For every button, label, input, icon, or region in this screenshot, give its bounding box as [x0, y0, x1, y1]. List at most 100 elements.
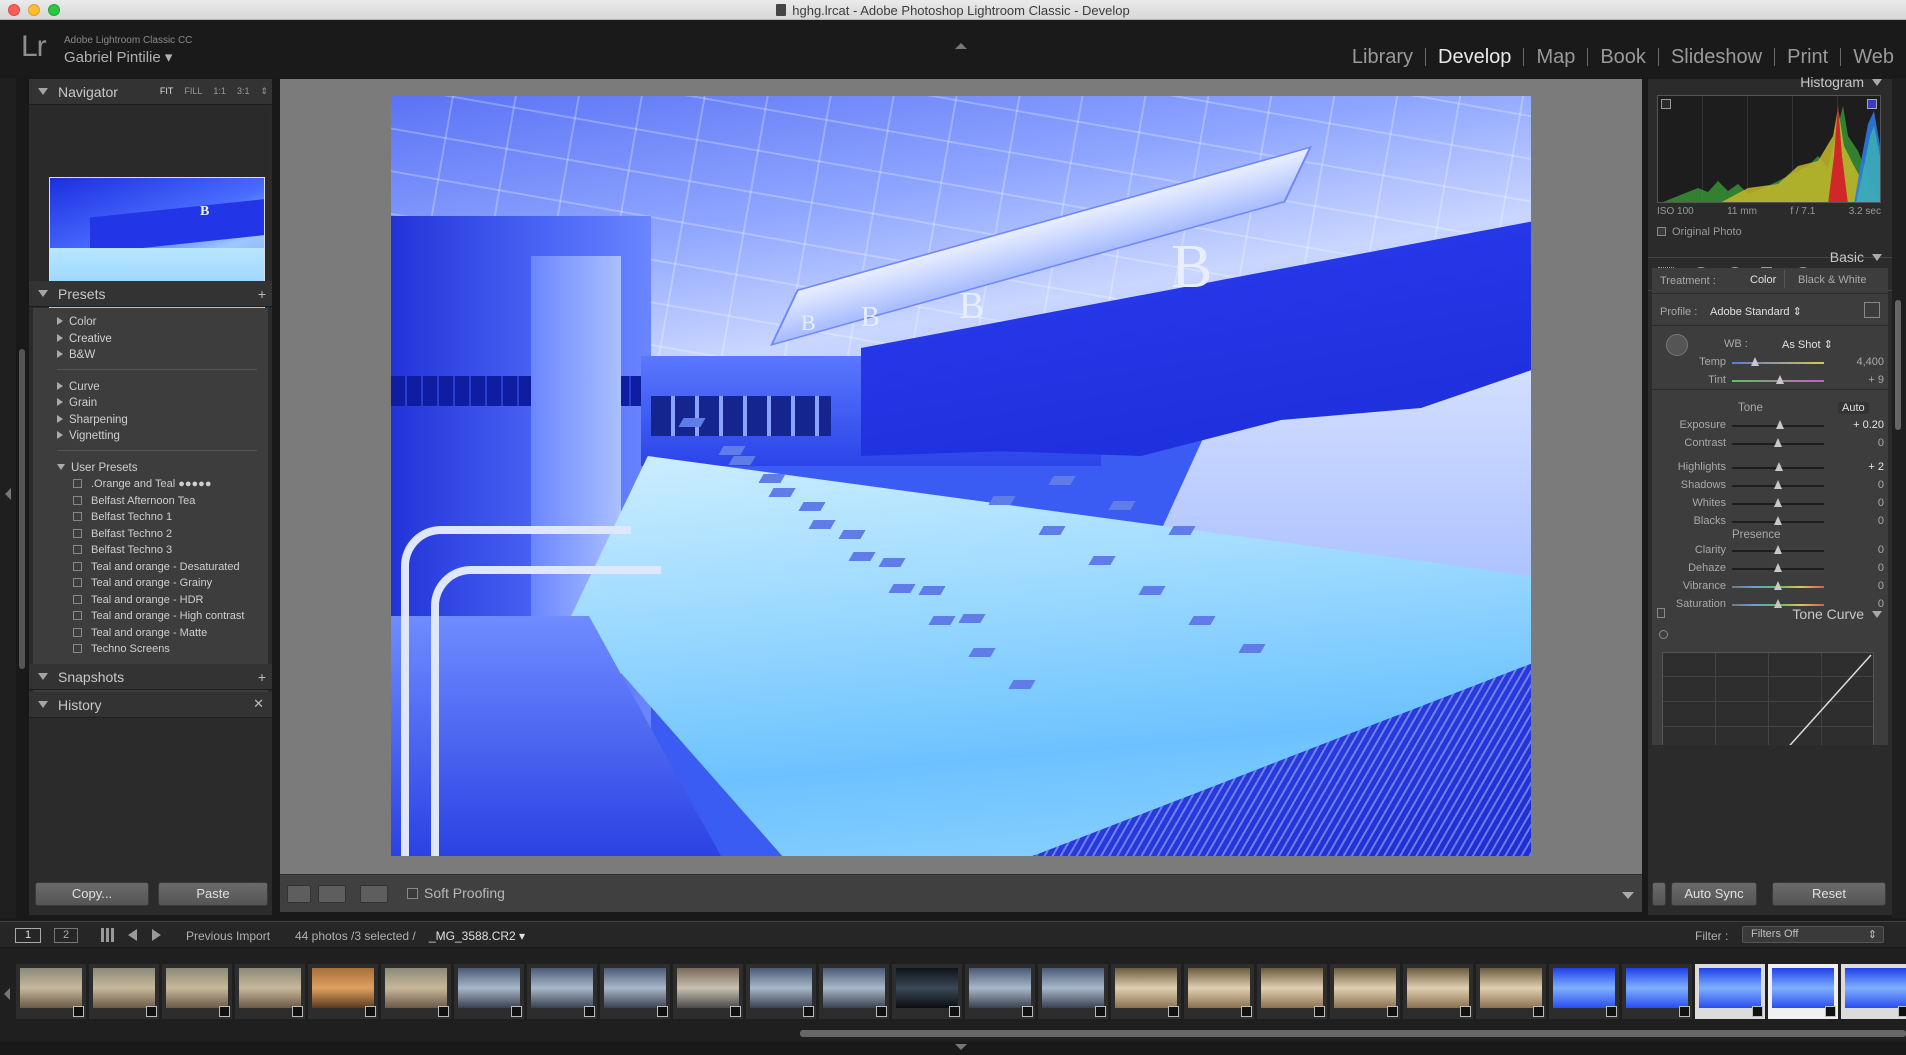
filmstrip-thumbnail[interactable] [1038, 964, 1108, 1019]
slider-dehaze[interactable]: Dehaze 0 [1656, 562, 1888, 576]
slider-whites[interactable]: Whites 0 [1656, 497, 1888, 511]
tone-curve-header[interactable]: Tone Curve [1792, 606, 1882, 622]
filmstrip-scrollbar[interactable] [800, 1030, 1906, 1037]
treatment-color-button[interactable]: Color [1750, 274, 1776, 286]
filmstrip-thumbnail[interactable] [89, 964, 159, 1019]
filmstrip-thumbnail[interactable] [381, 964, 451, 1019]
slider-contrast[interactable]: Contrast 0 [1656, 437, 1888, 451]
slider-value[interactable]: 4,400 [1856, 356, 1884, 368]
forward-arrow-icon[interactable] [152, 929, 161, 941]
targeted-adjust-icon[interactable] [1659, 630, 1668, 639]
history-header[interactable]: History ✕ [29, 692, 272, 718]
soft-proofing-toggle[interactable]: Soft Proofing [407, 885, 505, 901]
user-preset-item[interactable]: Belfast Afternoon Tea [73, 495, 195, 507]
filmstrip-thumbnail[interactable] [527, 964, 597, 1019]
module-library[interactable]: Library [1340, 46, 1425, 69]
filmstrip-thumbnail[interactable] [1257, 964, 1327, 1019]
filmstrip-thumbnail[interactable] [746, 964, 816, 1019]
toolbar-menu-icon[interactable] [1622, 892, 1634, 899]
slider-tint[interactable]: Tint + 9 [1656, 374, 1888, 388]
slider-knob[interactable] [1775, 375, 1784, 384]
slider-highlights[interactable]: Highlights + 2 [1656, 461, 1888, 475]
user-preset-item[interactable]: Teal and orange - HDR [73, 594, 204, 606]
reset-button[interactable]: Reset [1772, 882, 1886, 906]
filmstrip-thumbnail[interactable] [1768, 964, 1838, 1019]
preset-group[interactable]: Curve [57, 381, 100, 393]
slider-knob[interactable] [1774, 563, 1782, 572]
slider-clarity[interactable]: Clarity 0 [1656, 544, 1888, 558]
original-photo-toggle[interactable]: Original Photo [1657, 226, 1742, 238]
slider-value[interactable]: + 9 [1868, 374, 1884, 386]
filmstrip-thumbnail[interactable] [600, 964, 670, 1019]
back-arrow-icon[interactable] [128, 929, 137, 941]
soft-proofing-checkbox[interactable] [407, 888, 418, 899]
filmstrip-left-arrow-icon[interactable] [4, 988, 10, 1000]
slider-knob[interactable] [1774, 438, 1782, 447]
user-preset-item[interactable]: Teal and orange - Grainy [73, 577, 212, 589]
filmstrip-thumbnail[interactable] [1841, 964, 1906, 1019]
basic-header[interactable]: Basic [1830, 249, 1882, 265]
user-preset-item[interactable]: Belfast Techno 2 [73, 528, 172, 540]
filmstrip-thumbnail[interactable] [1184, 964, 1254, 1019]
zoom-option-fill[interactable]: FILL [184, 86, 202, 97]
slider-value[interactable]: 0 [1878, 515, 1884, 527]
shadow-clipping-icon[interactable] [1661, 99, 1671, 109]
add-preset-icon[interactable]: + [258, 286, 266, 302]
zoom-option-fit[interactable]: FIT [160, 86, 174, 97]
loupe-view-button[interactable] [287, 885, 311, 903]
user-preset-item[interactable]: Teal and orange - Desaturated [73, 561, 240, 573]
filmstrip-thumbnail[interactable] [1330, 964, 1400, 1019]
filmstrip-thumbnail[interactable] [892, 964, 962, 1019]
user-preset-item[interactable]: Teal and orange - Matte [73, 627, 207, 639]
module-web[interactable]: Web [1841, 46, 1906, 69]
secondary-window-button[interactable]: 2 [54, 928, 78, 943]
slider-shadows[interactable]: Shadows 0 [1656, 479, 1888, 493]
slider-exposure[interactable]: Exposure + 0.20 [1656, 419, 1888, 433]
original-photo-checkbox[interactable] [1657, 227, 1666, 236]
module-develop[interactable]: Develop [1426, 46, 1523, 69]
tone-curve-graph[interactable] [1662, 652, 1874, 745]
slider-knob[interactable] [1774, 480, 1782, 489]
preset-group[interactable]: Color [57, 316, 96, 328]
tone-curve-toggle[interactable] [1657, 608, 1665, 618]
user-preset-item[interactable]: Teal and orange - High contrast [73, 610, 244, 622]
slider-knob[interactable] [1774, 545, 1782, 554]
filmstrip-thumbnail[interactable] [673, 964, 743, 1019]
slider-value[interactable]: 0 [1878, 562, 1884, 574]
filmstrip-thumbnail[interactable] [1111, 964, 1181, 1019]
filmstrip-thumbnail[interactable] [965, 964, 1035, 1019]
zoom-menu-icon[interactable]: ⇕ [260, 86, 268, 97]
before-after-split-button[interactable] [360, 885, 388, 903]
right-panel-scrollbar[interactable] [1895, 300, 1901, 430]
slider-knob[interactable] [1774, 498, 1782, 507]
slider-value[interactable]: + 0.20 [1853, 419, 1884, 431]
paste-button[interactable]: Paste [158, 882, 268, 906]
slider-vibrance[interactable]: Vibrance 0 [1656, 580, 1888, 594]
treatment-bw-button[interactable]: Black & White [1798, 274, 1866, 286]
user-preset-item[interactable]: Belfast Techno 1 [73, 511, 172, 523]
user-preset-item[interactable]: Belfast Techno 3 [73, 544, 172, 556]
filmstrip-thumbnail[interactable] [819, 964, 889, 1019]
wb-eyedropper-icon[interactable] [1666, 334, 1688, 356]
slider-value[interactable]: 0 [1878, 544, 1884, 556]
grid-view-icon[interactable] [101, 928, 115, 942]
left-panel-edge[interactable] [0, 78, 16, 918]
collapse-top-panel-icon[interactable] [955, 43, 967, 49]
filter-dropdown[interactable]: Filters Off ⇕ [1742, 926, 1884, 943]
slider-value[interactable]: + 2 [1868, 461, 1884, 473]
slider-temp[interactable]: Temp 4,400 [1656, 356, 1888, 370]
current-filename[interactable]: _MG_3588.CR2 ▾ [429, 929, 525, 943]
preset-group[interactable]: B&W [57, 349, 95, 361]
copy-button[interactable]: Copy... [35, 882, 149, 906]
filmstrip-thumbnail[interactable] [454, 964, 524, 1019]
slider-knob[interactable] [1774, 462, 1783, 471]
collapse-bottom-panel-icon[interactable] [955, 1044, 967, 1050]
slider-value[interactable]: 0 [1878, 479, 1884, 491]
wb-dropdown[interactable]: As Shot ⇕ [1782, 338, 1833, 351]
preset-group[interactable]: User Presets [57, 462, 137, 474]
slider-value[interactable]: 0 [1878, 437, 1884, 449]
filmstrip-thumbnail[interactable] [1403, 964, 1473, 1019]
module-map[interactable]: Map [1524, 46, 1587, 69]
slider-blacks[interactable]: Blacks 0 [1656, 515, 1888, 529]
slider-value[interactable]: 0 [1878, 580, 1884, 592]
